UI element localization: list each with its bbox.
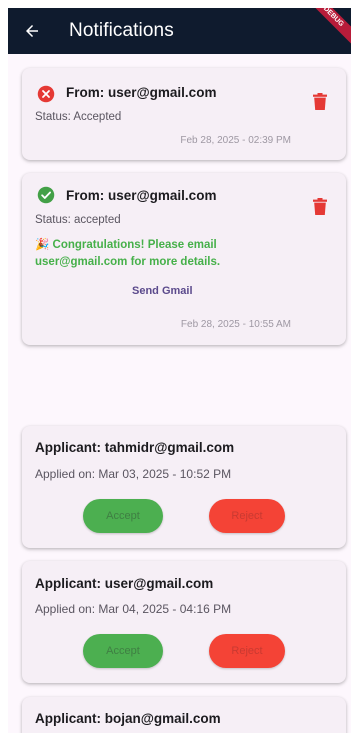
app-bar: Notifications DEBUG [8,8,351,54]
congrats-message: 🎉 Congratulations! Please email user@gma… [35,239,221,268]
notification-status: Status: accepted [35,214,121,226]
notification-from: From: user@gmail.com [66,85,217,100]
page-title: Notifications [69,20,174,41]
applicant-email: Applicant: bojan@gmail.com [35,711,221,726]
send-gmail-button[interactable]: Send Gmail [132,285,193,297]
applied-date: Applied on: Mar 03, 2025 - 10:52 PM [35,467,232,481]
check-circle-icon [37,186,55,204]
delete-icon[interactable] [313,93,327,110]
notification-card: From: user@gmail.com Status: accepted 🎉 … [22,173,346,345]
application-card: Applicant: user@gmail.com Applied on: Ma… [22,561,346,683]
applicant-email: Applicant: tahmidr@gmail.com [35,440,235,455]
reject-button[interactable]: Reject [209,634,285,668]
applied-date: Applied on: Mar 04, 2025 - 04:16 PM [35,602,232,616]
notifications-screen: Notifications DEBUG From: user@gmail.com… [8,8,351,733]
application-card: Applicant: bojan@gmail.com [22,697,346,733]
arrow-back-icon [26,25,38,37]
back-button[interactable] [8,8,56,54]
debug-banner: DEBUG [300,8,351,50]
notification-card: From: user@gmail.com Status: Accepted Fe… [22,68,346,160]
phone-frame: Notifications DEBUG From: user@gmail.com… [0,0,352,733]
notification-time: Feb 28, 2025 - 10:55 AM [180,319,291,330]
notification-from: From: user@gmail.com [66,188,217,203]
notification-status: Status: Accepted [35,111,122,123]
application-card: Applicant: tahmidr@gmail.com Applied on:… [22,426,346,548]
notification-time: Feb 28, 2025 - 02:39 PM [180,135,291,146]
accept-button[interactable]: Accept [83,634,163,668]
reject-button[interactable]: Reject [209,499,285,533]
applicant-email: Applicant: user@gmail.com [35,576,214,591]
accept-button[interactable]: Accept [83,499,163,533]
delete-icon[interactable] [313,198,327,215]
cancel-icon [37,85,55,103]
